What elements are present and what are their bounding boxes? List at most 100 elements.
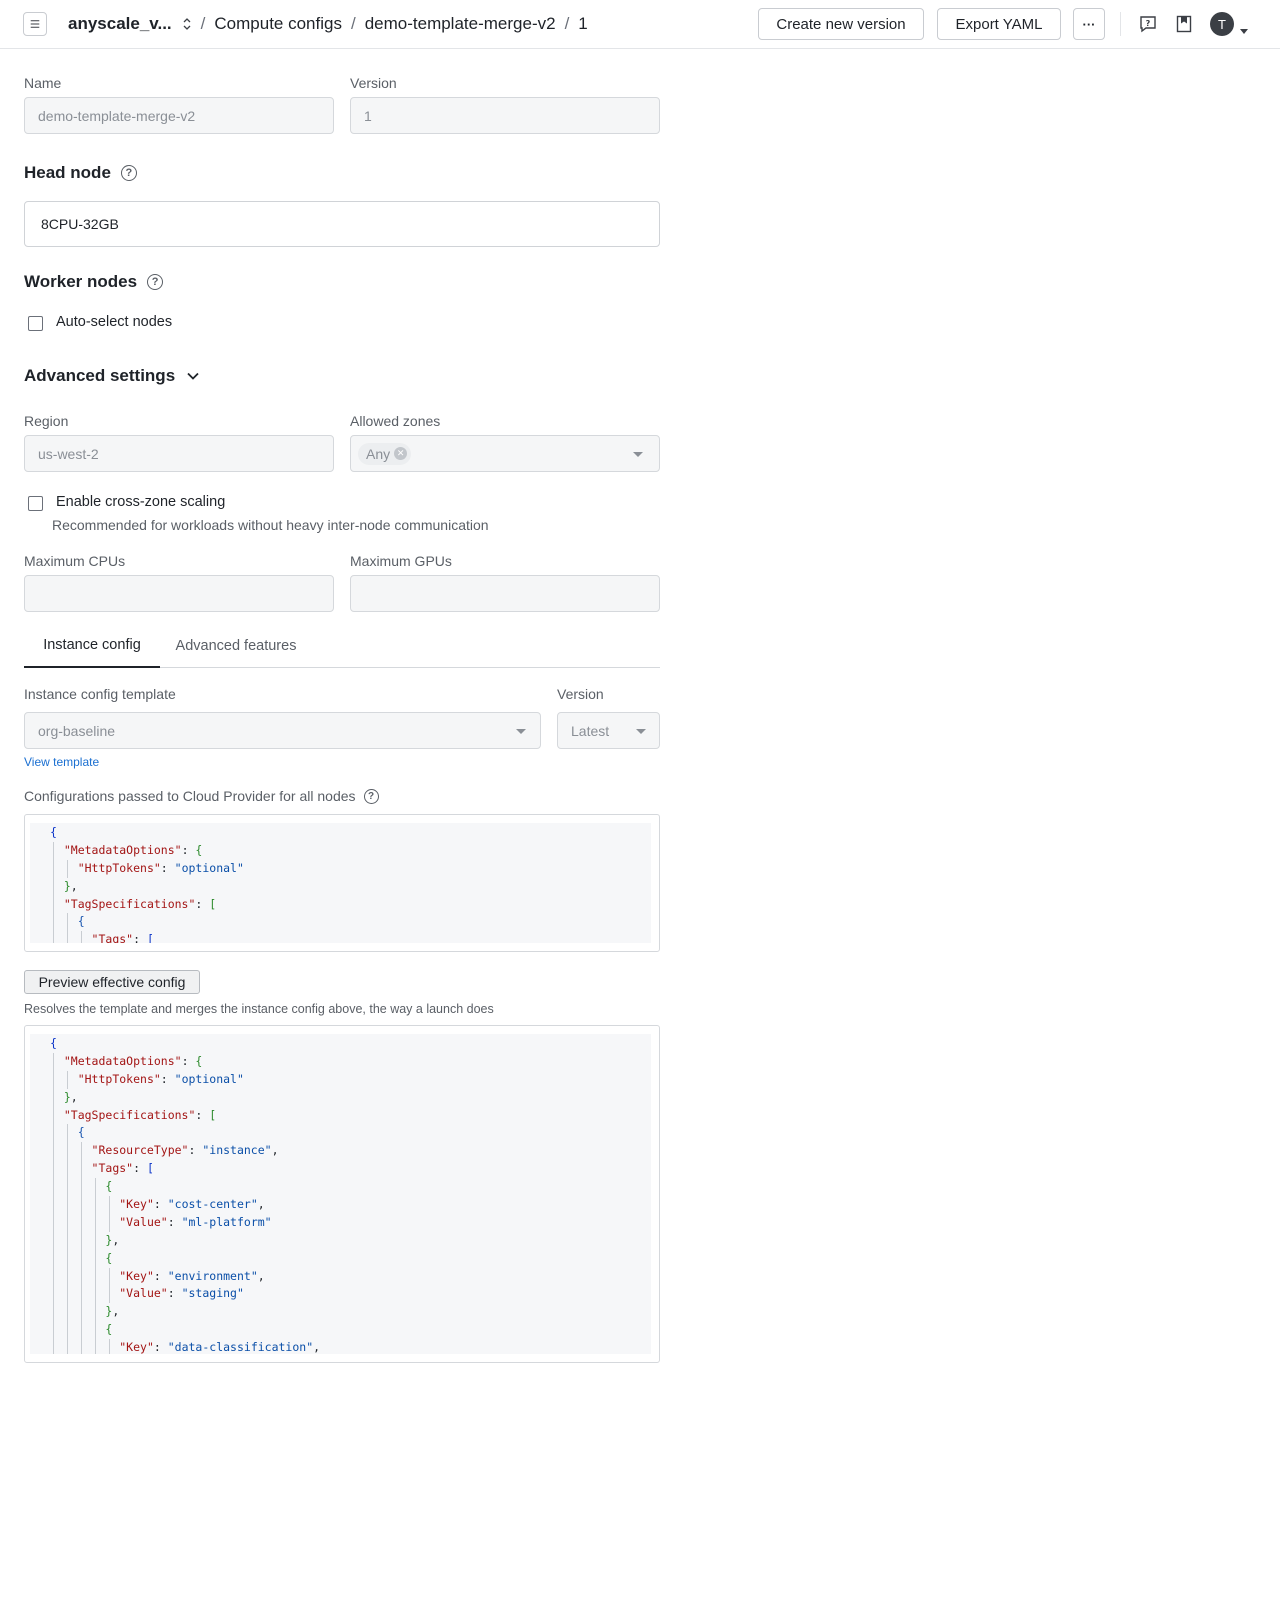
export-yaml-button[interactable]: Export YAML [937,8,1061,40]
tab-advanced-features[interactable]: Advanced features [160,624,312,668]
code-line: "Key": "data-classification", [50,1339,651,1354]
code-line: "HttpTokens": "optional" [50,1070,651,1089]
code-line: { [50,1178,651,1197]
code-line: "Value": "ml-platform" [50,1213,651,1232]
indent-guide [53,1160,54,1179]
max-gpus-input[interactable] [350,575,660,612]
preview-effective-config-button[interactable]: Preview effective config [24,970,200,994]
version-field[interactable]: 1 [350,97,660,134]
version-label: Version [350,75,397,91]
top-bar: anyscale_v... / Compute configs / demo-t… [0,0,1280,49]
create-new-version-button[interactable]: Create new version [758,8,924,40]
bookmark-icon[interactable] [1174,14,1194,34]
indent-guide [81,1249,83,1268]
configs-label-text: Configurations passed to Cloud Provider … [24,788,356,804]
code-line: }, [50,1303,651,1322]
effective-config-viewer[interactable]: { "MetadataOptions": { "HttpTokens": "op… [24,1025,660,1363]
indent-guide [67,1160,69,1179]
indent-guide [95,1231,97,1250]
instance-version-select[interactable]: Latest [557,712,660,749]
cross-zone-scaling-label[interactable]: Enable cross-zone scaling [56,494,225,510]
menu-icon [30,20,40,28]
tab-instance-config[interactable]: Instance config [24,624,160,668]
instance-template-select[interactable]: org-baseline [24,712,541,749]
code-line: "MetadataOptions": { [50,841,651,860]
name-value: demo-template-merge-v2 [38,107,196,124]
code-block: { "MetadataOptions": { "HttpTokens": "op… [30,1034,651,1354]
code-token: , [112,1232,120,1247]
code-block: { "MetadataOptions": { "HttpTokens": "op… [30,823,651,943]
allowed-zones-label: Allowed zones [350,413,441,429]
auto-select-nodes-checkbox[interactable] [28,316,43,331]
close-icon[interactable]: ✕ [394,447,408,460]
code-token: { [105,1179,113,1194]
code-token: { [105,1250,113,1265]
code-line: }, [50,1088,651,1107]
help-icon[interactable]: ? [147,274,164,290]
code-token: : [188,1143,203,1158]
code-token: : [153,1268,168,1283]
advanced-settings-toggle[interactable]: Advanced settings [24,366,199,386]
region-field[interactable]: us-west-2 [24,435,334,472]
head-node-section: Head node ? [24,163,137,183]
code-token: , [257,1197,265,1212]
code-line: "ResourceType": "instance", [50,1142,651,1161]
code-token: } [63,878,71,893]
code-line: "Tags": [ [50,931,651,943]
code-line: }, [50,877,651,896]
view-template-link[interactable]: View template [24,755,99,769]
breadcrumb-compute-configs[interactable]: Compute configs [214,14,342,34]
code-token: { [195,842,203,857]
caret-down-icon[interactable] [1240,21,1248,37]
avatar[interactable]: T [1210,12,1234,36]
more-actions-button[interactable]: ··· [1073,8,1105,40]
advanced-settings-title: Advanced settings [24,366,176,385]
code-token: : [133,1161,147,1176]
cross-zone-scaling-checkbox[interactable] [28,496,43,511]
indent-guide [53,859,54,878]
indent-guide [67,931,69,943]
help-icon[interactable]: ? [363,788,379,804]
code-line: { [50,1035,651,1053]
breadcrumb-config-name[interactable]: demo-template-merge-v2 [365,14,556,34]
head-node-card[interactable]: 8CPU-32GB [24,201,660,247]
menu-button[interactable] [23,12,47,36]
instance-config-editor[interactable]: { "MetadataOptions": { "HttpTokens": "op… [24,814,660,952]
config-tabs: Instance config Advanced features [24,624,660,668]
indent-guide [67,1249,69,1268]
indent-guide [67,1196,69,1214]
help-icon[interactable]: ? [120,165,137,181]
indent-guide [109,1339,111,1354]
indent-guide [81,1321,83,1340]
code-line: "Key": "cost-center", [50,1196,651,1214]
auto-select-nodes-label[interactable]: Auto-select nodes [56,314,172,330]
indent-guide [95,1249,97,1268]
sort-updown-icon[interactable] [182,17,192,31]
indent-guide [67,1267,69,1286]
breadcrumb-project[interactable]: anyscale_v... [68,14,172,34]
indent-guide [53,1213,54,1232]
head-node-title: Head node [24,163,111,182]
code-line: "TagSpecifications": [ [50,895,651,914]
indent-guide [81,1213,83,1232]
code-token: "Key" [119,1197,154,1212]
code-token: : [160,1071,175,1086]
indent-guide [53,1321,54,1340]
code-token: : [195,1107,210,1122]
indent-guide [109,1285,111,1304]
caret-down-icon [636,729,646,734]
indent-guide [81,1142,83,1161]
allowed-zones-select[interactable]: Any ✕ [350,435,660,472]
preview-hint: Resolves the template and merges the ins… [24,1002,494,1016]
code-token: "Key" [119,1340,154,1354]
code-token: { [77,914,85,929]
code-token: "cost-center" [167,1197,258,1212]
zone-chip: Any ✕ [358,442,412,465]
indent-guide [53,1070,54,1089]
help-feedback-icon[interactable]: ? [1138,14,1158,34]
svg-text:?: ? [1146,19,1151,28]
indent-guide [53,1196,54,1214]
indent-guide [81,1267,83,1286]
max-cpus-input[interactable] [24,575,334,612]
name-field[interactable]: demo-template-merge-v2 [24,97,334,134]
